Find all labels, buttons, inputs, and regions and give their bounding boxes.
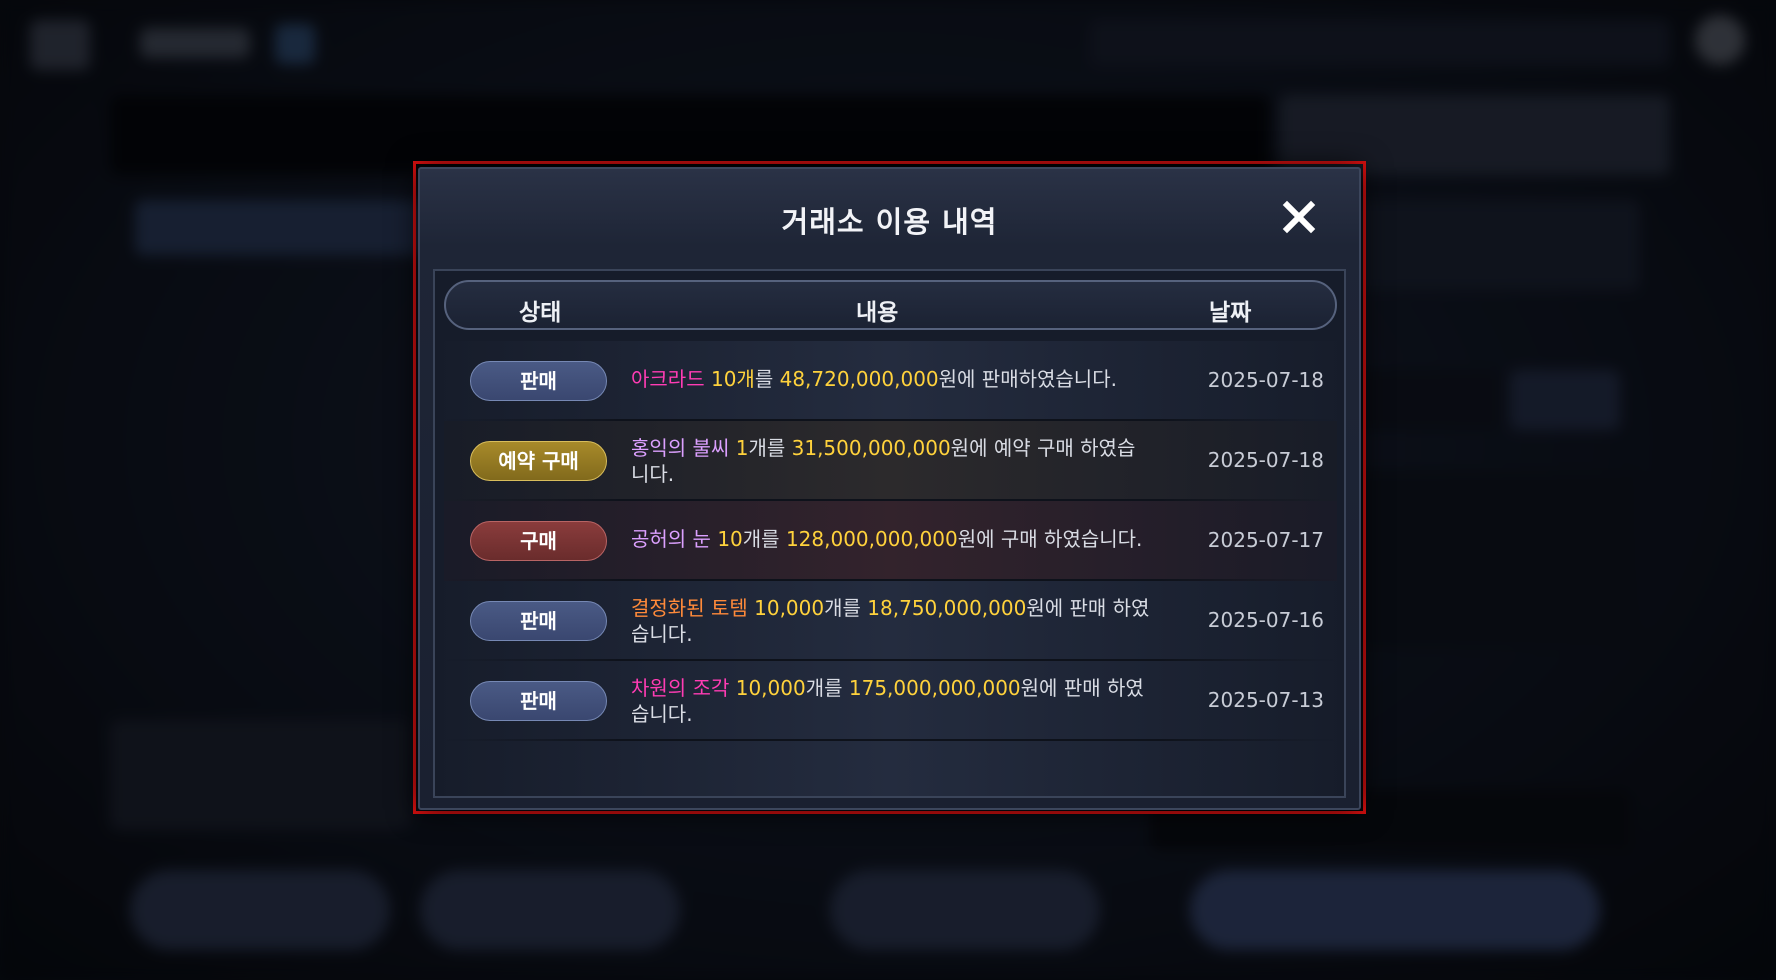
quantity-suffix: 를 — [754, 367, 780, 391]
header-content: 내용 — [856, 300, 899, 326]
table-row: 판매 차원의 조각 10,000개를 175,000,000,000원에 판매 … — [444, 661, 1337, 741]
item-quantity: 10,000 — [735, 676, 806, 700]
status-badge: 판매 — [470, 601, 607, 641]
status-badge: 판매 — [470, 361, 607, 401]
price: 48,720,000,000 — [779, 367, 939, 391]
table-header: 상태 내용 날짜 — [444, 280, 1337, 330]
row-content: 아크라드 10개를 48,720,000,000원에 판매하였습니다. — [631, 366, 1151, 392]
modal-title: 거래소 이용 내역 — [781, 205, 998, 239]
price: 31,500,000,000 — [791, 436, 951, 460]
row-date: 2025-07-17 — [1207, 528, 1324, 552]
row-content: 결정화된 토템 10,000개를 18,750,000,000원에 판매 하였습… — [631, 595, 1151, 647]
price: 175,000,000,000 — [848, 676, 1021, 700]
price: 128,000,000,000 — [785, 527, 958, 551]
item-quantity: 10,000 — [754, 596, 825, 620]
table-row: 구매 공허의 눈 10개를 128,000,000,000원에 구매 하였습니다… — [444, 501, 1337, 581]
status-badge: 구매 — [470, 521, 607, 561]
quantity-suffix: 개를 — [748, 436, 792, 460]
table-row: 판매 아크라드 10개를 48,720,000,000원에 판매하였습니다. 2… — [444, 341, 1337, 421]
row-date: 2025-07-13 — [1207, 688, 1324, 712]
item-quantity: 1 — [735, 436, 749, 460]
content-tail: 원에 판매하였습니다. — [938, 367, 1117, 391]
table-row: 판매 결정화된 토템 10,000개를 18,750,000,000원에 판매 … — [444, 581, 1337, 661]
row-date: 2025-07-18 — [1207, 448, 1324, 472]
item-quantity: 10개 — [710, 367, 755, 391]
item-name: 차원의 조각 — [631, 676, 730, 700]
status-badge: 예약 구매 — [470, 441, 607, 481]
item-quantity: 10 — [717, 527, 743, 551]
row-content: 홍익의 불씨 1개를 31,500,000,000원에 예약 구매 하였습니다. — [631, 435, 1151, 487]
table-row-partial — [444, 741, 1337, 796]
row-content: 차원의 조각 10,000개를 175,000,000,000원에 판매 하였습… — [631, 675, 1151, 727]
header-status: 상태 — [519, 300, 562, 326]
trade-history-modal: 거래소 이용 내역 상태 내용 날짜 판매 아크라드 10개를 48,720,0… — [418, 167, 1361, 810]
quantity-suffix: 개를 — [824, 596, 868, 620]
row-date: 2025-07-16 — [1207, 608, 1324, 632]
row-content: 공허의 눈 10개를 128,000,000,000원에 구매 하였습니다. — [631, 526, 1151, 552]
header-date: 날짜 — [1209, 300, 1252, 326]
item-name: 홍익의 불씨 — [631, 436, 730, 460]
quantity-suffix: 개를 — [742, 527, 786, 551]
quantity-suffix: 개를 — [805, 676, 849, 700]
row-date: 2025-07-18 — [1207, 368, 1324, 392]
history-table: 상태 내용 날짜 판매 아크라드 10개를 48,720,000,000원에 판… — [433, 269, 1346, 798]
table-row: 예약 구매 홍익의 불씨 1개를 31,500,000,000원에 예약 구매 … — [444, 421, 1337, 501]
close-button[interactable] — [1279, 197, 1319, 237]
price: 18,750,000,000 — [867, 596, 1027, 620]
close-icon — [1282, 200, 1316, 234]
status-badge: 판매 — [470, 681, 607, 721]
item-name: 결정화된 토템 — [631, 596, 748, 620]
item-name: 아크라드 — [631, 367, 705, 391]
item-name: 공허의 눈 — [631, 527, 711, 551]
